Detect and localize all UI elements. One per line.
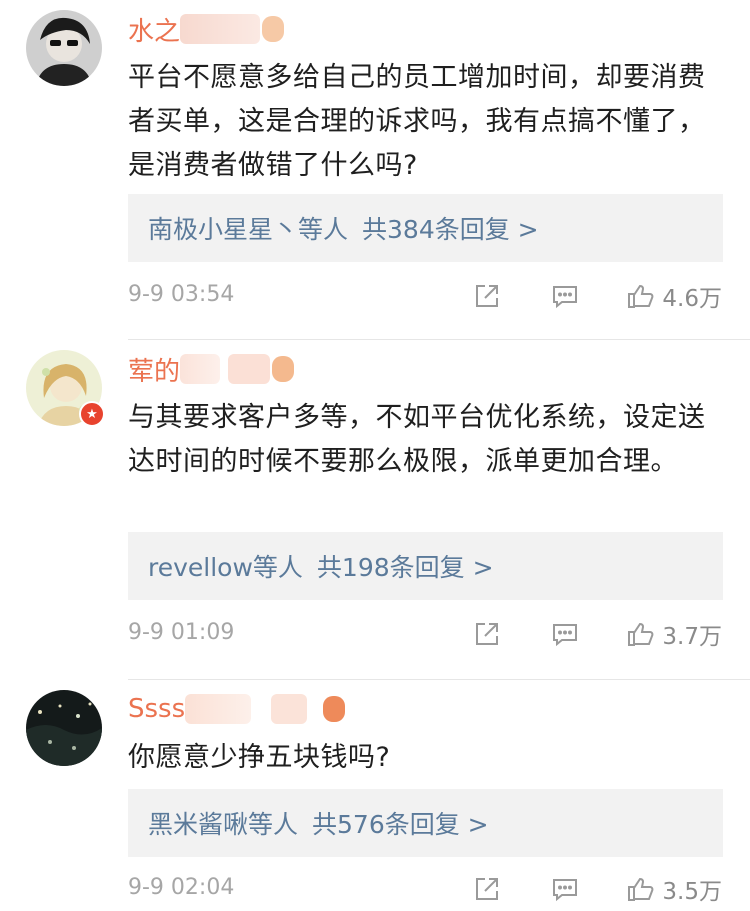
blurred-name	[185, 694, 252, 724]
replies-count: 共198条回复 >	[316, 553, 494, 582]
thumbs-up-icon[interactable]	[626, 619, 656, 649]
replies-users: 黑米酱啾等人	[148, 810, 299, 839]
like-count: 4.6万	[662, 286, 722, 312]
share-icon[interactable]	[472, 281, 502, 311]
replies-link[interactable]: 黑米酱啾等人 共576条回复 >	[128, 789, 723, 857]
avatar[interactable]	[26, 10, 102, 86]
comment-icon[interactable]	[550, 281, 580, 311]
star-badge-icon: ★	[79, 401, 105, 427]
blurred-name	[228, 354, 271, 384]
like-count: 3.7万	[662, 624, 722, 650]
replies-link[interactable]: revellow等人 共198条回复 >	[128, 532, 723, 600]
avatar[interactable]	[26, 690, 102, 766]
replies-link[interactable]: 南极小星星丶等人 共384条回复 >	[128, 194, 723, 262]
share-icon[interactable]	[472, 619, 502, 649]
username[interactable]: 水之	[128, 12, 285, 47]
comment-item: Ssss 你愿意少挣五块钱吗? 黑米酱啾等人 共576条回复 > 9-9 02:…	[0, 680, 750, 911]
thumbs-up-icon[interactable]	[626, 281, 656, 311]
timestamp: 9-9 02:04	[128, 875, 235, 900]
username[interactable]: Ssss	[128, 692, 346, 726]
comment-text: 与其要求客户多等，不如平台优化系统，设定送达时间的时候不要那么极限，派单更加合理…	[128, 402, 706, 477]
comment-item: 水之 平台不愿意多给自己的员工增加时间，却要消费者买单，这是合理的诉求吗，我有点…	[0, 0, 750, 340]
replies-users: revellow等人	[148, 553, 303, 582]
username[interactable]: 荤的	[128, 352, 295, 387]
blurred-name	[180, 354, 221, 384]
share-icon[interactable]	[472, 874, 502, 904]
timestamp: 9-9 03:54	[128, 282, 235, 307]
blurred-name	[180, 14, 261, 44]
vip-icon	[323, 696, 346, 722]
comment-icon[interactable]	[550, 619, 580, 649]
replies-count: 共384条回复 >	[362, 215, 539, 244]
timestamp: 9-9 01:09	[128, 620, 235, 645]
vip-icon	[262, 16, 285, 42]
like-count: 3.5万	[662, 879, 722, 905]
replies-count: 共576条回复 >	[312, 810, 489, 839]
vip-icon	[272, 356, 295, 382]
thumbs-up-icon[interactable]	[626, 874, 656, 904]
blurred-name	[271, 694, 308, 724]
comment-text: 平台不愿意多给自己的员工增加时间，却要消费者买单，这是合理的诉求吗，我有点搞不懂…	[128, 62, 706, 181]
comment-item: ★ 荤的 与其要求客户多等，不如平台优化系统，设定送达时间的时候不要那么极限，派…	[0, 340, 750, 680]
comment-text: 你愿意少挣五块钱吗?	[128, 742, 391, 773]
comment-icon[interactable]	[550, 874, 580, 904]
replies-users: 南极小星星丶等人	[148, 215, 349, 244]
